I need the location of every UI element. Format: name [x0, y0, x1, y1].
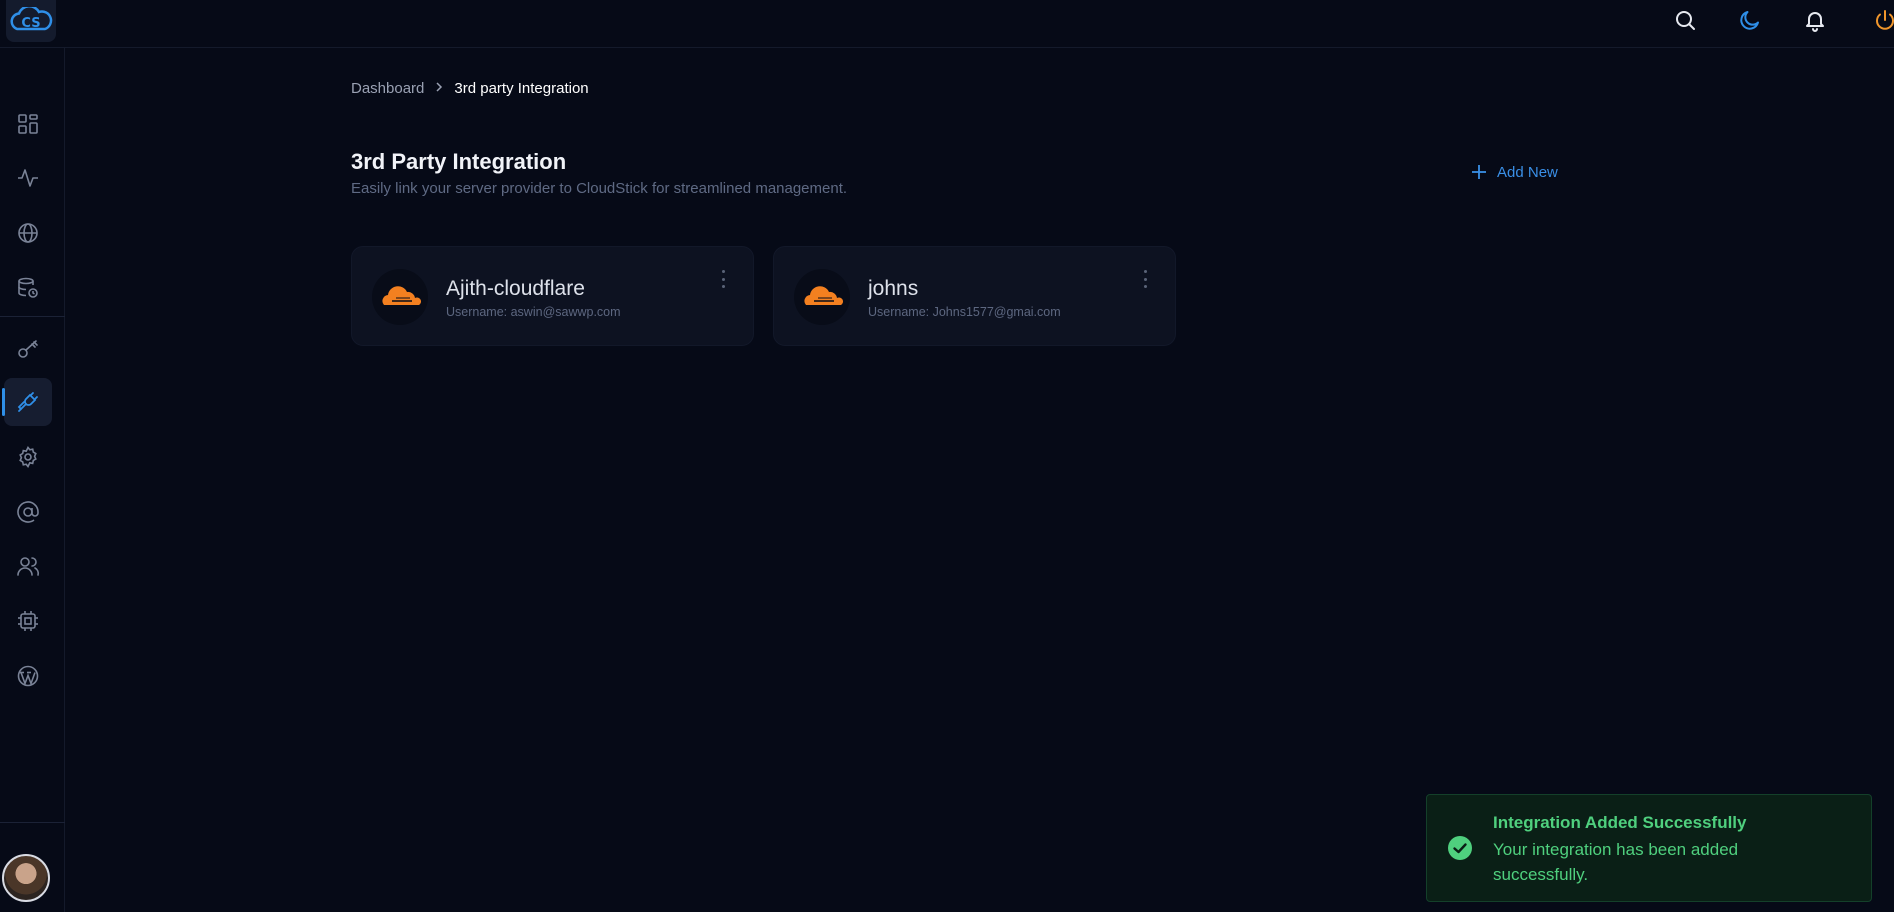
sidebar-item-users[interactable]	[4, 542, 52, 590]
check-circle-icon	[1448, 836, 1472, 860]
more-options-icon[interactable]	[1137, 267, 1153, 291]
cpu-icon	[18, 611, 38, 631]
dashboard-icon	[18, 114, 38, 134]
sidebar-item-domains[interactable]	[4, 209, 52, 257]
success-toast[interactable]: Integration Added Successfully Your inte…	[1426, 794, 1872, 902]
add-new-button[interactable]: Add New	[1471, 160, 1558, 184]
toast-message: Your integration has been added successf…	[1493, 840, 1739, 884]
sidebar-item-integrations[interactable]	[2, 378, 52, 426]
breadcrumb-current: 3rd party Integration	[454, 79, 589, 97]
cloud-logo-icon: CS	[10, 7, 53, 31]
integration-name: johns	[868, 277, 919, 300]
toast-title: Integration Added Successfully	[1493, 813, 1747, 832]
sidebar	[0, 48, 65, 912]
more-options-icon[interactable]	[715, 267, 731, 291]
sidebar-item-dashboard[interactable]	[4, 100, 52, 148]
sidebar-item-servers[interactable]	[4, 597, 52, 645]
plus-icon	[1472, 165, 1486, 179]
users-icon	[17, 557, 40, 576]
cloudstick-logo[interactable]: CS	[6, 0, 56, 42]
sidebar-item-settings[interactable]	[4, 433, 52, 481]
gear-icon	[19, 445, 37, 469]
sidebar-item-wordpress[interactable]	[4, 652, 52, 700]
page-subtitle: Easily link your server provider to Clou…	[351, 180, 848, 197]
moon-icon[interactable]	[1736, 6, 1764, 34]
integration-name: Ajith-cloudflare	[446, 277, 585, 300]
globe-icon	[18, 223, 38, 243]
power-icon[interactable]	[1871, 6, 1894, 34]
sidebar-item-backups[interactable]	[4, 264, 52, 312]
user-avatar[interactable]	[2, 854, 50, 902]
at-sign-icon	[17, 501, 39, 523]
cloudflare-icon	[372, 269, 428, 325]
plug-icon	[17, 392, 38, 412]
sidebar-divider-bottom	[0, 822, 65, 823]
integration-username: Username: aswin@sawwp.com	[446, 305, 621, 319]
wordpress-icon	[17, 665, 39, 687]
bell-icon[interactable]	[1801, 6, 1829, 34]
add-new-label: Add New	[1497, 163, 1558, 181]
topbar: CS	[0, 0, 1894, 48]
integration-username: Username: Johns1577@gmai.com	[868, 305, 1061, 319]
app-root: CS Dashboard 3rd party Integration 3rd P…	[0, 0, 1894, 912]
key-icon	[18, 340, 38, 358]
sidebar-item-keys[interactable]	[4, 325, 52, 373]
page-title: 3rd Party Integration	[351, 149, 567, 174]
cloudflare-icon	[794, 269, 850, 325]
database-backup-icon	[18, 277, 38, 298]
integration-card[interactable]: Ajith-cloudflare Username: aswin@sawwp.c…	[351, 246, 754, 346]
activity-icon	[18, 169, 38, 187]
search-icon[interactable]	[1671, 6, 1699, 34]
sidebar-divider	[0, 316, 65, 317]
main-content: Dashboard 3rd party Integration 3rd Part…	[65, 48, 1894, 912]
integration-card[interactable]: johns Username: Johns1577@gmai.com	[773, 246, 1176, 346]
sidebar-item-email[interactable]	[4, 488, 52, 536]
svg-text:CS: CS	[21, 16, 40, 31]
breadcrumb: Dashboard 3rd party Integration	[351, 78, 589, 98]
chevron-right-icon	[434, 80, 444, 96]
sidebar-item-monitoring[interactable]	[4, 154, 52, 202]
breadcrumb-dashboard[interactable]: Dashboard	[351, 80, 424, 97]
